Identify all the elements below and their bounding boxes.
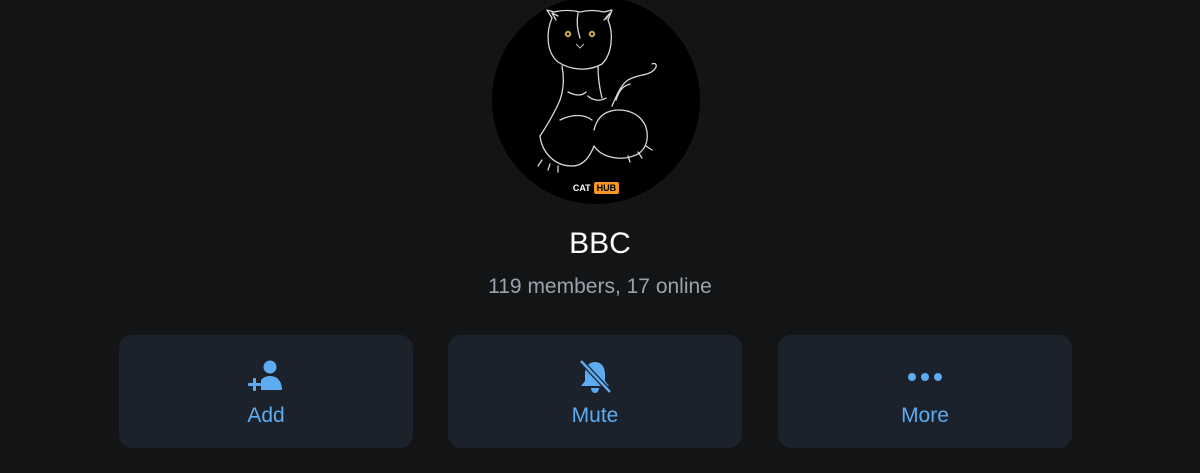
mute-button[interactable]: Mute <box>448 335 742 448</box>
brand-left-text: CAT <box>572 183 591 193</box>
action-bar: Add Mute More <box>119 335 1072 448</box>
more-label: More <box>901 404 949 427</box>
avatar-brand: CAT HUB <box>492 182 700 194</box>
add-label: Add <box>247 404 285 427</box>
mute-label: Mute <box>571 404 619 427</box>
add-user-icon <box>248 360 282 391</box>
group-avatar[interactable]: CAT HUB <box>492 0 700 204</box>
group-member-status: 119 members, 17 online <box>488 275 712 298</box>
group-title: BBC <box>569 227 631 260</box>
more-dots-icon <box>908 373 942 381</box>
cat-drawing-icon <box>537 9 657 173</box>
bell-muted-icon <box>579 359 612 394</box>
brand-right-text: HUB <box>593 182 620 194</box>
more-button[interactable]: More <box>778 335 1072 448</box>
add-button[interactable]: Add <box>119 335 413 448</box>
group-profile-page: CAT HUB BBC 119 members, 17 online Add M… <box>0 0 1200 473</box>
